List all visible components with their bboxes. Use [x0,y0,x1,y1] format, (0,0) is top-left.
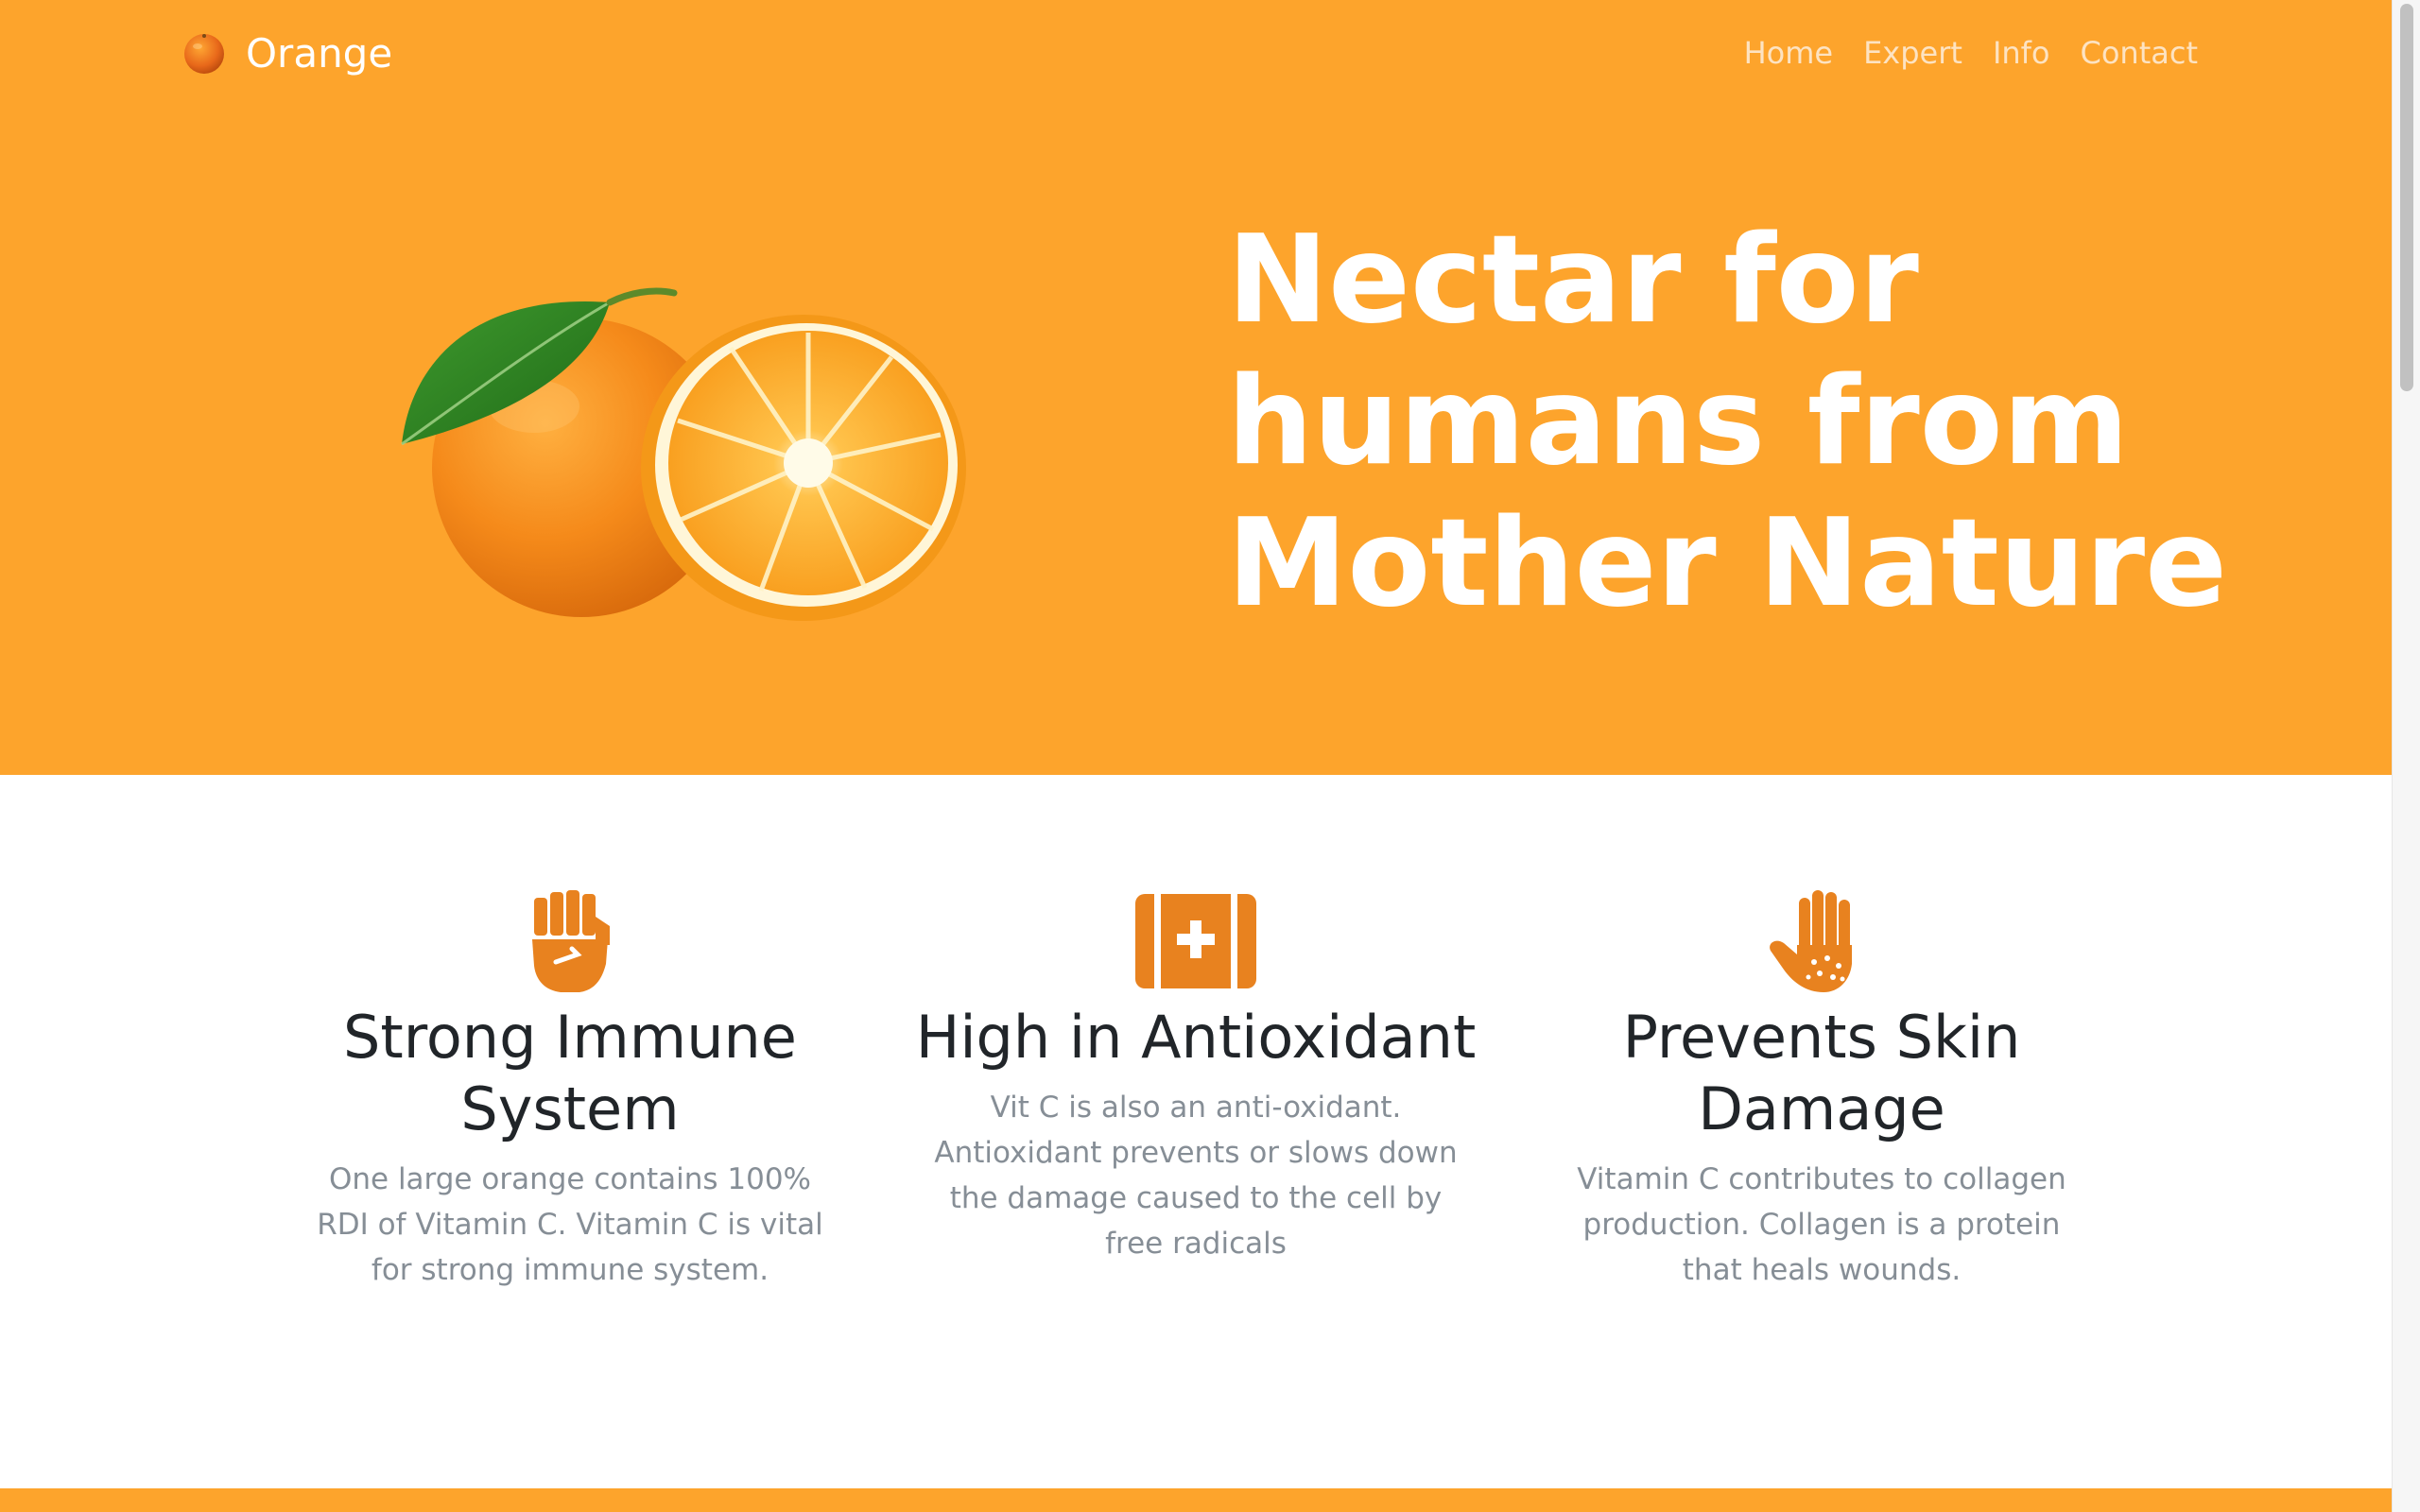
hero-section: Orange Home Expert Info Contact Nectar f… [0,0,2392,775]
feature-title: High in Antioxidant [915,1003,1477,1072]
feature-card-immune: Strong Immune System One large orange co… [286,888,854,1293]
nav-link-expert[interactable]: Expert [1863,35,1962,71]
feature-description: One large orange contains 100% RDI of Vi… [317,1162,823,1287]
nav-menu: Home Expert Info Contact [1714,26,2198,79]
features-section: Strong Immune System One large orange co… [0,775,2392,1488]
feature-description: Vit C is also an anti-oxidant. Antioxida… [934,1091,1458,1261]
next-section-edge [0,1488,2392,1512]
page-scrollbar[interactable] [2392,0,2420,1512]
raised-fist-icon [532,890,610,992]
feature-card-skin: Prevents Skin Damage Vitamin C contribut… [1538,888,2105,1293]
feature-title: Prevents Skin Damage [1622,1003,2021,1143]
feature-title: Strong Immune System [343,1003,797,1143]
first-aid-kit-icon [1135,894,1256,988]
orange-fruit-icon [184,34,224,74]
brand-link[interactable]: Orange [182,26,392,79]
scrollbar-thumb[interactable] [2400,4,2413,391]
nav-link-info[interactable]: Info [1993,35,2050,71]
brand-name: Orange [246,29,393,77]
nav-link-home[interactable]: Home [1744,35,1834,71]
feature-description: Vitamin C contributes to collagen produc… [1577,1162,2066,1287]
nav-link-contact[interactable]: Contact [2081,35,2199,71]
navbar: Orange Home Expert Info Contact [0,0,2392,106]
allergy-hand-icon [1770,890,1852,992]
hero-heading: Nectar for humans from Mother Nature [1227,210,2227,634]
orange-fruit-image [401,287,966,621]
feature-card-antioxidant: High in Antioxidant Vit C is also an ant… [912,888,1479,1266]
